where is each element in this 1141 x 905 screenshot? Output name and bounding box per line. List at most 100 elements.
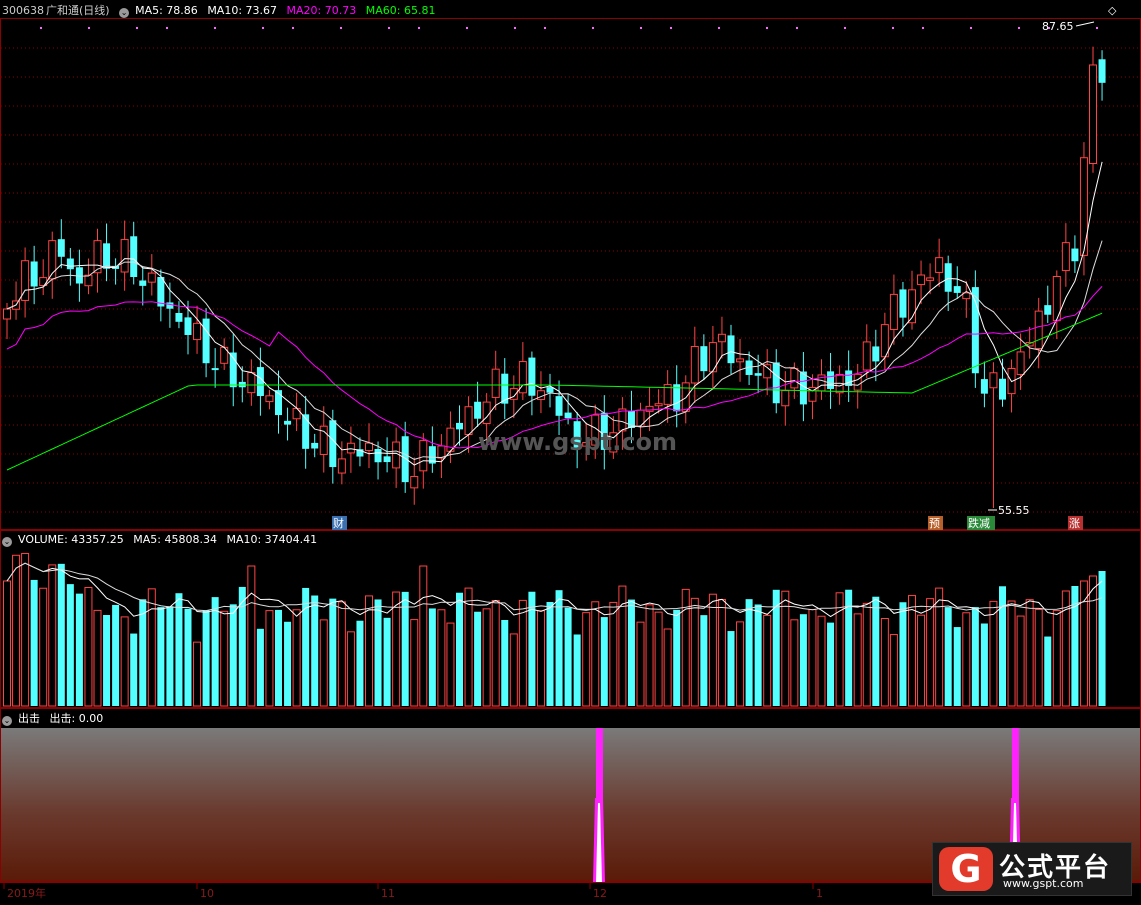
volume-bar bbox=[799, 614, 807, 706]
event-dot bbox=[766, 27, 768, 29]
volume-bar bbox=[926, 598, 935, 707]
volume-bar bbox=[491, 600, 500, 707]
candlestick-chart[interactable]: 87.65 ◇ 55.55 www.gspt.com 财 预 跌减 涨 bbox=[0, 0, 1141, 530]
volume-bar bbox=[708, 593, 717, 707]
candle-body bbox=[410, 475, 419, 489]
logo-mark: G bbox=[939, 847, 993, 891]
volume-bar bbox=[555, 590, 563, 706]
volume-bar bbox=[717, 599, 726, 707]
chevron-down-icon[interactable]: ⌄ bbox=[2, 716, 12, 726]
candle-body bbox=[103, 243, 111, 269]
volume-header: ⌄ VOLUME: 43357.25 MA5: 45808.34 MA10: 37… bbox=[2, 533, 323, 547]
volume-panel[interactable]: ⌄ VOLUME: 43357.25 MA5: 45808.34 MA10: 37… bbox=[0, 530, 1141, 708]
volume-bar bbox=[211, 597, 219, 706]
candle-body bbox=[193, 322, 202, 341]
volume-bar bbox=[763, 614, 772, 707]
event-marker-0: 财 bbox=[333, 516, 344, 530]
volume-bar bbox=[446, 622, 455, 707]
candle-body bbox=[727, 335, 735, 364]
event-dot bbox=[844, 27, 846, 29]
volume-bar bbox=[39, 587, 48, 707]
volume-bar bbox=[482, 608, 491, 707]
candle-body bbox=[1016, 351, 1025, 375]
volume-bar bbox=[319, 619, 328, 707]
volume-bar bbox=[166, 606, 174, 706]
candle-body bbox=[772, 362, 780, 404]
volume-bar bbox=[374, 599, 382, 706]
ma5-label: MA5: 78.86 bbox=[135, 4, 198, 17]
volume-bar bbox=[356, 620, 364, 706]
volume-bar bbox=[899, 602, 907, 706]
volume-bar bbox=[908, 595, 916, 707]
candle-body bbox=[736, 358, 745, 363]
volume-bar bbox=[12, 554, 21, 707]
candle-body bbox=[202, 318, 210, 364]
volume-bar bbox=[953, 627, 961, 706]
volume-bar bbox=[862, 602, 871, 707]
candle-body bbox=[66, 258, 74, 270]
candle-body bbox=[456, 422, 463, 430]
candle-body bbox=[346, 442, 355, 454]
volume-bar bbox=[275, 609, 282, 706]
volume-bar bbox=[329, 598, 337, 706]
high-arrow bbox=[1075, 21, 1095, 27]
volume-bar bbox=[690, 597, 699, 707]
candle-body bbox=[84, 274, 93, 287]
volume-chart[interactable] bbox=[0, 530, 1141, 708]
volume-bar bbox=[57, 563, 65, 706]
candle-body bbox=[889, 293, 898, 330]
candle-body bbox=[853, 373, 862, 391]
volume-bar bbox=[66, 584, 74, 706]
logo-url: www.gspt.com bbox=[1003, 877, 1084, 890]
volume-bar bbox=[437, 609, 446, 707]
volume-bar bbox=[827, 622, 835, 706]
candle-body bbox=[700, 346, 708, 372]
stock-name: 广和通 bbox=[46, 4, 79, 17]
chevron-down-icon[interactable]: ⌄ bbox=[119, 8, 130, 18]
candle-body bbox=[292, 407, 301, 420]
chevron-down-icon[interactable]: ⌄ bbox=[2, 537, 12, 547]
volume-title: VOLUME: 43357.25 bbox=[18, 533, 124, 546]
volume-bar bbox=[872, 596, 880, 706]
volume-bar bbox=[645, 604, 654, 707]
candle-body bbox=[1044, 305, 1052, 315]
volume-bar bbox=[673, 609, 681, 706]
candle-body bbox=[999, 378, 1006, 400]
event-dot bbox=[514, 27, 516, 29]
volume-bar bbox=[700, 615, 708, 706]
event-dot bbox=[418, 27, 420, 29]
candle-body bbox=[57, 239, 65, 257]
event-dot bbox=[796, 27, 798, 29]
event-dot bbox=[718, 27, 720, 29]
volume-bar bbox=[980, 623, 988, 706]
volume-bar bbox=[84, 586, 93, 707]
volume-bar bbox=[736, 621, 745, 707]
volume-bar bbox=[663, 628, 672, 707]
candle-body bbox=[899, 289, 907, 318]
watermark-text: www.gspt.com bbox=[478, 428, 677, 456]
volume-bar bbox=[21, 552, 30, 707]
volume-bar bbox=[853, 613, 862, 707]
volume-bar bbox=[654, 611, 663, 707]
volume-bar bbox=[1025, 599, 1034, 707]
candle-body bbox=[464, 406, 473, 435]
price-panel[interactable]: 87.65 ◇ 55.55 www.gspt.com 财 预 跌减 涨 300638 广和通(日… bbox=[0, 0, 1141, 530]
volume-bar bbox=[781, 590, 790, 707]
event-dot bbox=[340, 27, 342, 29]
volume-bar bbox=[582, 612, 591, 707]
candle-body bbox=[120, 239, 129, 273]
axis-label-0: 2019年 bbox=[7, 886, 46, 900]
volume-bar bbox=[419, 565, 428, 707]
event-dot bbox=[40, 27, 42, 29]
ma60-label: MA60: 65.81 bbox=[365, 4, 436, 17]
event-dot bbox=[388, 27, 390, 29]
candle-body bbox=[265, 395, 274, 403]
volume-bar bbox=[193, 641, 202, 707]
event-dot bbox=[640, 27, 642, 29]
indicator-value: 出击: 0.00 bbox=[49, 712, 104, 725]
ma10-line bbox=[6, 240, 1103, 460]
volume-bar bbox=[229, 604, 237, 706]
candle-body bbox=[555, 396, 563, 416]
volume-bar bbox=[917, 614, 926, 707]
volume-bar bbox=[157, 607, 165, 706]
